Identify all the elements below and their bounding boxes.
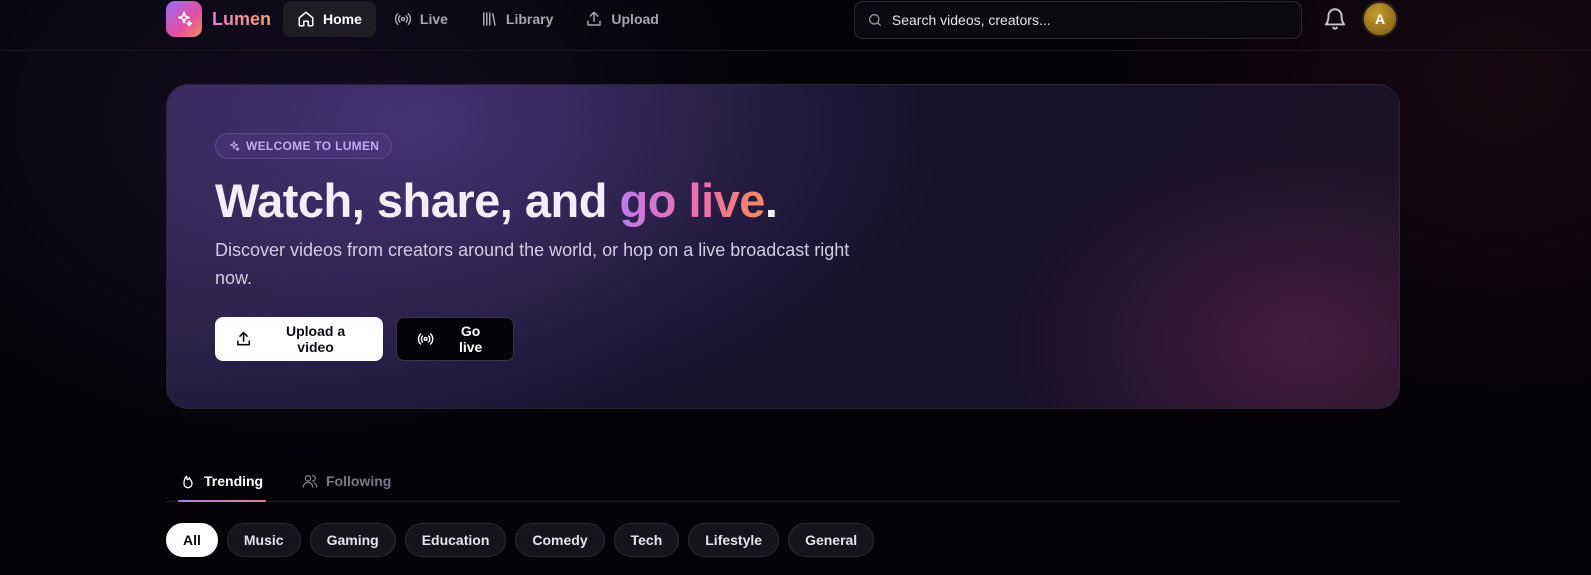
- nav-item-upload[interactable]: Upload: [571, 1, 672, 37]
- feed-tabs: Trending Following: [166, 460, 1400, 502]
- hero-subtext: Discover videos from creators around the…: [215, 240, 850, 288]
- library-icon: [482, 12, 496, 26]
- tab-trending[interactable]: Trending: [180, 460, 263, 502]
- top-bar: Lumen Home Live Library Upload A: [0, 0, 1591, 51]
- upload-video-label: Upload a video: [286, 323, 346, 355]
- category-chip-general[interactable]: General: [788, 523, 875, 557]
- upload-icon: [587, 11, 602, 26]
- search-input[interactable]: [891, 12, 1289, 28]
- logo[interactable]: Lumen: [166, 1, 271, 37]
- home-icon: [298, 11, 314, 27]
- category-chip-all[interactable]: All: [166, 523, 218, 557]
- notifications-bell-icon[interactable]: [1322, 6, 1348, 32]
- main-nav: Home Live Library Upload: [283, 1, 673, 37]
- category-chip-education[interactable]: Education: [404, 523, 507, 557]
- upload-video-button[interactable]: Upload a video: [215, 317, 383, 361]
- welcome-badge-text: WELCOME TO LUMEN: [246, 139, 380, 153]
- nav-label-upload: Upload: [611, 11, 659, 27]
- headline-main: Watch, share, and: [215, 174, 620, 227]
- tab-trending-label: Trending: [204, 473, 264, 489]
- tab-following[interactable]: Following: [302, 460, 391, 502]
- headline-end: .: [764, 174, 778, 227]
- sparkle-logo-icon: [166, 1, 202, 37]
- headline-highlight: go live: [619, 174, 766, 227]
- avatar-initial: A: [1374, 11, 1386, 27]
- go-live-button[interactable]: Go live: [396, 317, 514, 361]
- hero-headline: Watch, share, and go live.: [215, 173, 778, 228]
- sparkle-icon: [229, 140, 240, 152]
- nav-label-library: Library: [505, 11, 554, 27]
- category-chip-tech[interactable]: Tech: [613, 523, 680, 557]
- app-name: Lumen: [212, 8, 272, 29]
- broadcast-icon: [394, 13, 412, 25]
- search-box[interactable]: [854, 1, 1302, 39]
- upload-icon: [237, 331, 251, 346]
- category-chip-gaming[interactable]: Gaming: [309, 523, 396, 557]
- category-chip-comedy[interactable]: Comedy: [515, 523, 605, 557]
- tab-following-label: Following: [326, 473, 392, 489]
- flame-icon: [183, 475, 193, 489]
- active-tab-indicator: [178, 500, 266, 502]
- hero-banner: WELCOME TO LUMEN Watch, share, and go li…: [166, 84, 1400, 409]
- welcome-badge: WELCOME TO LUMEN: [215, 133, 393, 159]
- nav-label-live: Live: [419, 11, 448, 27]
- category-chip-music[interactable]: Music: [226, 523, 301, 557]
- category-chip-lifestyle[interactable]: Lifestyle: [688, 523, 780, 557]
- user-avatar[interactable]: A: [1362, 1, 1398, 37]
- nav-item-home[interactable]: Home: [283, 1, 376, 37]
- nav-item-live[interactable]: Live: [380, 1, 462, 37]
- category-chips: All Music Gaming Education Comedy Tech L…: [166, 523, 875, 557]
- nav-item-library[interactable]: Library: [466, 1, 567, 37]
- search-icon: [868, 14, 881, 26]
- broadcast-icon: [417, 333, 434, 345]
- go-live-label: Go live: [458, 323, 483, 355]
- nav-label-home: Home: [323, 11, 362, 27]
- users-icon: [302, 475, 318, 488]
